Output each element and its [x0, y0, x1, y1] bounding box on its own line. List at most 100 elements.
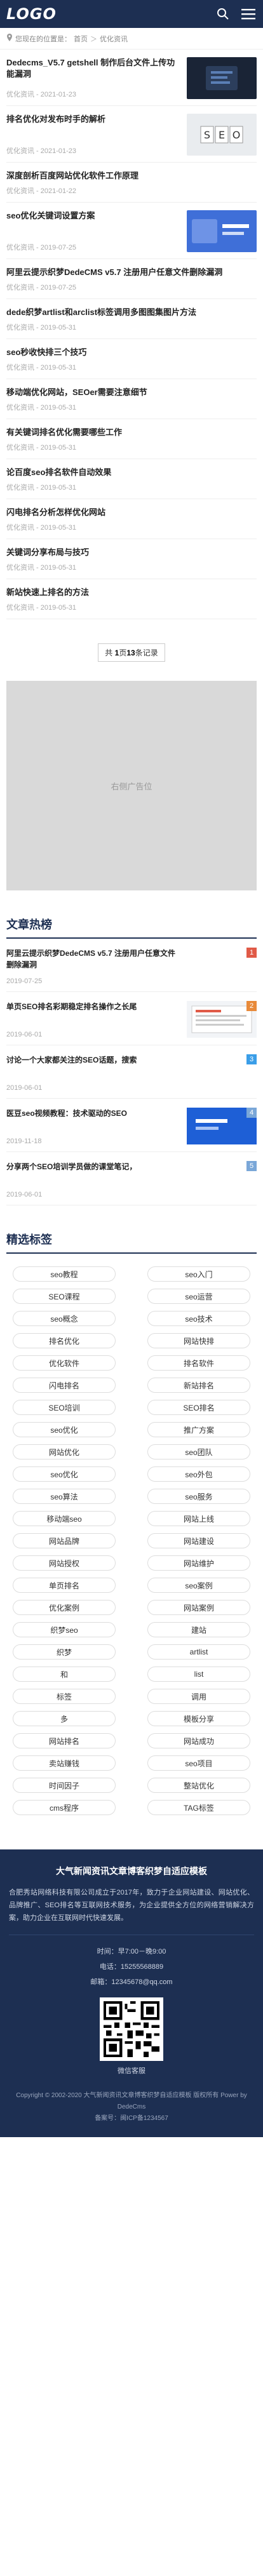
tag-link[interactable]: seo入门: [147, 1266, 250, 1282]
article-title[interactable]: 排名优化对发布时手的解析: [6, 114, 182, 125]
hot-thumbnail[interactable]: 4: [187, 1108, 257, 1144]
tag-link[interactable]: artlist: [147, 1644, 250, 1660]
tag-link[interactable]: cms程序: [13, 1800, 116, 1815]
breadcrumb-current[interactable]: 优化资讯: [100, 34, 128, 44]
site-logo[interactable]: LOGO: [6, 5, 57, 23]
tag-link[interactable]: 织梦: [13, 1644, 116, 1660]
tag-link[interactable]: seo优化: [13, 1466, 116, 1482]
article-item[interactable]: 移动端优化网站，SEOer需要注意细节 优化资讯 - 2019-05-31: [6, 379, 257, 419]
tag-link[interactable]: 网站案例: [147, 1600, 250, 1615]
tag-link[interactable]: seo项目: [147, 1755, 250, 1771]
tag-link[interactable]: 网站上线: [147, 1511, 250, 1526]
tag-link[interactable]: seo优化: [13, 1422, 116, 1437]
article-title[interactable]: 深度剖析百度网站优化软件工作原理: [6, 170, 252, 182]
article-item[interactable]: 有关键词排名优化需要哪些工作 优化资讯 - 2019-05-31: [6, 419, 257, 459]
article-item[interactable]: 闪电排名分析怎样优化网站 优化资讯 - 2019-05-31: [6, 499, 257, 539]
article-title[interactable]: 有关键词排名优化需要哪些工作: [6, 427, 252, 438]
tag-link[interactable]: 时间因子: [13, 1778, 116, 1793]
article-item[interactable]: 排名优化对发布时手的解析 优化资讯 - 2021-01-23 S E O: [6, 106, 257, 163]
tag-link[interactable]: TAG标签: [147, 1800, 250, 1815]
article-item[interactable]: 论百度seo排名软件自动效果 优化资讯 - 2019-05-31: [6, 459, 257, 499]
article-title[interactable]: 闪电排名分析怎样优化网站: [6, 507, 252, 518]
hot-thumbnail[interactable]: 5: [187, 1161, 257, 1198]
tag-link[interactable]: 整站优化: [147, 1778, 250, 1793]
hot-title[interactable]: 医豆seo视频教程：技术驱动的SEO: [6, 1108, 182, 1119]
tag-link[interactable]: seo技术: [147, 1311, 250, 1326]
article-item[interactable]: 新站快速上排名的方法 优化资讯 - 2019-05-31: [6, 579, 257, 619]
article-item[interactable]: dede织梦artlist和arclist标签调用多图图集图片方法 优化资讯 - …: [6, 299, 257, 339]
article-title[interactable]: Dedecms_V5.7 getshell 制作后台文件上传功能漏洞: [6, 57, 182, 80]
tag-link[interactable]: 网站快排: [147, 1333, 250, 1348]
tag-link[interactable]: 织梦seo: [13, 1622, 116, 1637]
article-title[interactable]: dede织梦artlist和arclist标签调用多图图集图片方法: [6, 307, 252, 318]
tag-link[interactable]: SEO课程: [13, 1289, 116, 1304]
hot-title[interactable]: 单页SEO排名彩期稳定排名操作之长尾: [6, 1001, 182, 1012]
tag-link[interactable]: 网站品牌: [13, 1533, 116, 1548]
tag-link[interactable]: seo运营: [147, 1289, 250, 1304]
menu-icon[interactable]: [240, 6, 257, 22]
tag-link[interactable]: seo概念: [13, 1311, 116, 1326]
breadcrumb-home[interactable]: 首页: [74, 34, 88, 44]
article-title[interactable]: 论百度seo排名软件自动效果: [6, 467, 252, 478]
hot-title[interactable]: 分享两个SEO培训学员做的课堂笔记，: [6, 1161, 182, 1172]
tag-link[interactable]: list: [147, 1667, 250, 1682]
pagination-info[interactable]: 共 1页13条记录: [98, 643, 165, 662]
article-thumbnail[interactable]: SEO: [187, 114, 257, 156]
footer-email[interactable]: 邮箱：12345678@qq.com: [9, 1975, 254, 1990]
article-thumbnail[interactable]: [187, 210, 257, 252]
hot-item[interactable]: 阿里云提示织梦DedeCMS v5.7 注册用户任意文件删除漏洞 2019-07-…: [6, 939, 257, 992]
hot-item[interactable]: 讨论一个大家都关注的SEO话题，搜索 2019-06-01 3: [6, 1045, 257, 1099]
tag-link[interactable]: 优化案例: [13, 1600, 116, 1615]
article-title[interactable]: 移动端优化网站，SEOer需要注意细节: [6, 387, 252, 398]
article-title[interactable]: 新站快速上排名的方法: [6, 587, 252, 598]
tag-link[interactable]: 单页排名: [13, 1578, 116, 1593]
hot-thumbnail[interactable]: 3: [187, 1054, 257, 1091]
search-icon[interactable]: [215, 6, 231, 22]
tag-link[interactable]: seo团队: [147, 1444, 250, 1459]
tag-link[interactable]: seo案例: [147, 1578, 250, 1593]
hot-item[interactable]: 分享两个SEO培训学员做的课堂笔记， 2019-06-01 5: [6, 1152, 257, 1205]
hot-thumbnail[interactable]: 2: [187, 1001, 257, 1038]
tag-link[interactable]: 推广方案: [147, 1422, 250, 1437]
tag-link[interactable]: 排名软件: [147, 1355, 250, 1371]
article-title[interactable]: 关键词分享布局与技巧: [6, 547, 252, 558]
hot-thumbnail[interactable]: 1: [187, 948, 257, 984]
tag-link[interactable]: 标签: [13, 1689, 116, 1704]
tag-link[interactable]: 闪电排名: [13, 1378, 116, 1393]
footer-phone[interactable]: 电话：15255568889: [9, 1959, 254, 1975]
tag-link[interactable]: 网站排名: [13, 1733, 116, 1748]
article-item[interactable]: 关键词分享布局与技巧 优化资讯 - 2019-05-31: [6, 539, 257, 579]
tag-link[interactable]: 调用: [147, 1689, 250, 1704]
tag-link[interactable]: 建站: [147, 1622, 250, 1637]
tag-link[interactable]: seo教程: [13, 1266, 116, 1282]
tag-link[interactable]: seo服务: [147, 1489, 250, 1504]
tag-link[interactable]: 移动端seo: [13, 1511, 116, 1526]
tag-link[interactable]: 网站维护: [147, 1555, 250, 1571]
ad-slot[interactable]: 右侧广告位: [6, 681, 257, 890]
tag-link[interactable]: seo算法: [13, 1489, 116, 1504]
hot-title[interactable]: 阿里云提示织梦DedeCMS v5.7 注册用户任意文件删除漏洞: [6, 948, 182, 970]
tag-link[interactable]: 排名优化: [13, 1333, 116, 1348]
tag-link[interactable]: seo外包: [147, 1466, 250, 1482]
article-item[interactable]: Dedecms_V5.7 getshell 制作后台文件上传功能漏洞 优化资讯 -…: [6, 50, 257, 106]
tag-link[interactable]: 优化软件: [13, 1355, 116, 1371]
tag-link[interactable]: 网站优化: [13, 1444, 116, 1459]
article-item[interactable]: 阿里云提示织梦DedeCMS v5.7 注册用户任意文件删除漏洞 优化资讯 - 2…: [6, 259, 257, 299]
article-title[interactable]: seo优化关键词设置方案: [6, 210, 182, 222]
tag-link[interactable]: 多: [13, 1711, 116, 1726]
tag-link[interactable]: SEO培训: [13, 1400, 116, 1415]
tag-link[interactable]: SEO排名: [147, 1400, 250, 1415]
article-title[interactable]: 阿里云提示织梦DedeCMS v5.7 注册用户任意文件删除漏洞: [6, 267, 252, 278]
tag-link[interactable]: 网站授权: [13, 1555, 116, 1571]
tag-link[interactable]: 新站排名: [147, 1378, 250, 1393]
article-item[interactable]: seo优化关键词设置方案 优化资讯 - 2019-07-25: [6, 203, 257, 259]
article-thumbnail[interactable]: [187, 57, 257, 99]
article-title[interactable]: seo秒收快排三个技巧: [6, 347, 252, 358]
footer-icp[interactable]: 备案号：闽ICP备1234567: [9, 2113, 254, 2124]
article-item[interactable]: seo秒收快排三个技巧 优化资讯 - 2019-05-31: [6, 339, 257, 379]
tag-link[interactable]: 和: [13, 1667, 116, 1682]
hot-title[interactable]: 讨论一个大家都关注的SEO话题，搜索: [6, 1054, 182, 1066]
tag-link[interactable]: 模板分享: [147, 1711, 250, 1726]
article-item[interactable]: 深度剖析百度网站优化软件工作原理 优化资讯 - 2021-01-22: [6, 163, 257, 203]
tag-link[interactable]: 卖站赚钱: [13, 1755, 116, 1771]
